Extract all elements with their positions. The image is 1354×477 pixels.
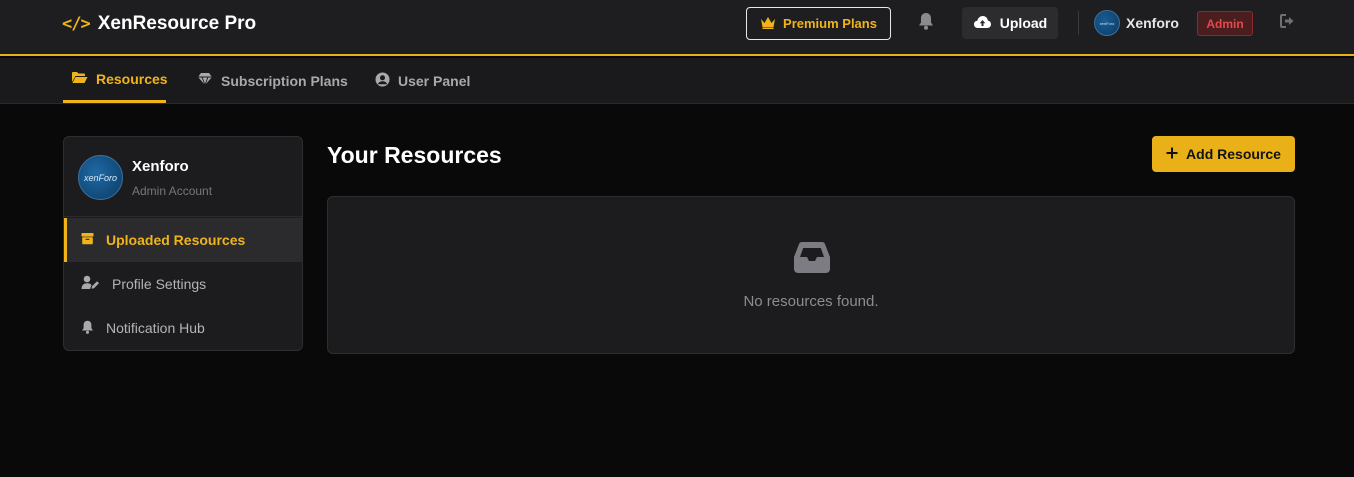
- sidebar-item-profile-settings[interactable]: Profile Settings: [64, 262, 302, 306]
- upload-label: Upload: [999, 15, 1048, 31]
- sidebar-item-notification-hub[interactable]: Notification Hub: [64, 306, 302, 350]
- tab-label: Subscription Plans: [221, 72, 348, 89]
- add-resource-label: Add Resource: [1186, 146, 1281, 162]
- user-edit-icon: [81, 275, 100, 293]
- logout-button[interactable]: [1279, 13, 1297, 33]
- add-resource-button[interactable]: Add Resource: [1152, 136, 1295, 172]
- cloud-upload-icon: [973, 15, 992, 32]
- avatar: xenForo: [78, 155, 123, 200]
- page-title: Your Resources: [327, 142, 502, 168]
- avatar[interactable]: xenForo: [1094, 10, 1120, 36]
- profile-name: Xenforo: [132, 158, 189, 175]
- plus-icon: [1166, 146, 1178, 162]
- tab-label: User Panel: [398, 72, 471, 89]
- folder-open-icon: [71, 71, 88, 87]
- avatar-text: xenForo: [1099, 20, 1115, 26]
- sidebar-item-uploaded-resources[interactable]: Uploaded Resources: [64, 218, 302, 262]
- crown-icon: [760, 16, 776, 32]
- sidebar-item-label: Notification Hub: [106, 320, 205, 336]
- role-badge: Admin: [1197, 11, 1253, 36]
- sidebar-item-label: Profile Settings: [112, 276, 207, 292]
- main-nav: Resources Subscription Plans User Panel: [0, 58, 1354, 104]
- tab-subscription-plans[interactable]: Subscription Plans: [197, 58, 348, 103]
- header-divider: [1078, 11, 1079, 35]
- brand-name: XenResource Pro: [97, 13, 257, 34]
- brand-logo[interactable]: </> XenResource Pro: [62, 12, 256, 36]
- user-name[interactable]: Xenforo: [1126, 15, 1179, 31]
- premium-plans-label: Premium Plans: [783, 16, 877, 31]
- user-circle-icon: [375, 72, 390, 90]
- top-header: </> XenResource Pro Premium Plans Upload…: [0, 0, 1354, 56]
- tab-resources[interactable]: Resources: [63, 58, 168, 103]
- empty-message: No resources found.: [743, 293, 879, 310]
- tab-user-panel[interactable]: User Panel: [375, 58, 470, 103]
- logout-icon: [1280, 13, 1296, 33]
- resources-empty-state: No resources found.: [327, 196, 1295, 354]
- inbox-icon: [793, 239, 831, 275]
- gem-icon: [197, 72, 213, 89]
- avatar-text: xenForo: [83, 172, 118, 183]
- tab-label: Resources: [96, 71, 168, 87]
- box-icon: [81, 232, 94, 248]
- profile-card: xenForo Xenforo Admin Account: [64, 137, 302, 217]
- profile-role: Admin Account: [132, 184, 213, 198]
- code-icon: </>: [62, 14, 91, 34]
- bell-icon: [81, 320, 94, 337]
- sidebar-item-label: Uploaded Resources: [106, 232, 246, 248]
- upload-button[interactable]: Upload: [962, 7, 1058, 39]
- sidebar: xenForo Xenforo Admin Account Uploaded R…: [63, 136, 303, 351]
- premium-plans-button[interactable]: Premium Plans: [746, 7, 891, 40]
- bell-icon: [918, 12, 934, 35]
- notifications-button[interactable]: [915, 12, 937, 34]
